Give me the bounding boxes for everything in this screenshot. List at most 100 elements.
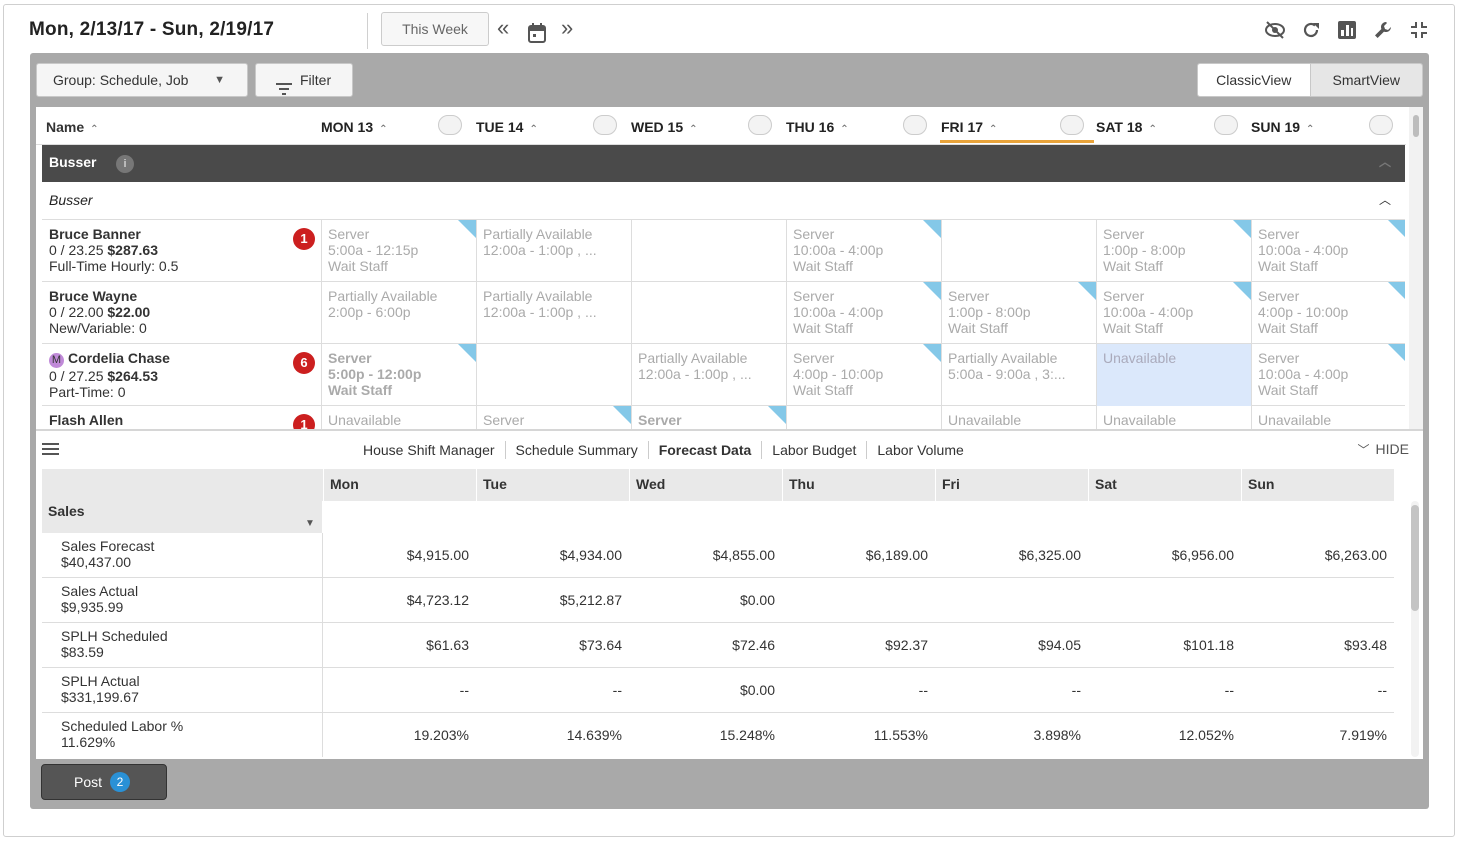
shift-cell[interactable]: Partially Available 12:00a - 1:00p , ... bbox=[477, 282, 632, 344]
forecast-row-label-cell: Scheduled Labor % 11.629% bbox=[42, 713, 323, 757]
employee-name-cell[interactable]: Bruce Banner 0 / 23.25 $287.63 Full-Time H… bbox=[42, 220, 322, 282]
smart-view-button[interactable]: SmartView bbox=[1310, 64, 1422, 96]
forecast-scrollbar[interactable] bbox=[1411, 501, 1419, 757]
subgroup-header[interactable]: Busser ︿ bbox=[42, 182, 1405, 220]
calendar-icon[interactable] bbox=[528, 23, 546, 47]
shift-time: 12:00a - 1:00p , ... bbox=[638, 366, 752, 382]
wrench-icon[interactable] bbox=[1372, 19, 1394, 41]
comment-bubble-icon[interactable] bbox=[438, 115, 462, 135]
shift-time: 1:00p - 8:00p bbox=[1103, 242, 1186, 258]
menu-icon[interactable] bbox=[42, 443, 59, 455]
schedule-frame: Group: Schedule, Job ▼ Filter ClassicVie… bbox=[30, 53, 1429, 809]
shift-time: 1:00p - 8:00p bbox=[948, 304, 1031, 320]
shift-cell[interactable] bbox=[787, 406, 942, 429]
next-week-icon[interactable]: » bbox=[561, 17, 573, 39]
day-header[interactable]: THU 16 ⌃ bbox=[786, 119, 849, 135]
shift-cell[interactable]: Server 4:00p - 10:00p Wait Staff bbox=[1252, 282, 1405, 344]
this-week-button[interactable]: This Week bbox=[381, 12, 489, 46]
shift-cell[interactable]: Unavailable bbox=[942, 406, 1097, 429]
post-button[interactable]: Post 2 bbox=[41, 764, 167, 800]
group-header[interactable]: Busser i ︿ bbox=[42, 145, 1405, 182]
shift-cell[interactable]: Unavailable bbox=[1097, 344, 1252, 406]
alert-count-badge[interactable]: 1 bbox=[293, 414, 315, 429]
previous-week-icon[interactable]: « bbox=[497, 17, 509, 39]
day-header[interactable]: TUE 14 ⌃ bbox=[476, 119, 538, 135]
shift-cell[interactable]: Unavailable bbox=[322, 406, 477, 429]
refresh-icon[interactable] bbox=[1300, 19, 1322, 41]
shift-cell[interactable]: Unavailable bbox=[1097, 406, 1252, 429]
date-range-title: Mon, 2/13/17 - Sun, 2/19/17 bbox=[29, 19, 275, 40]
comment-bubble-icon[interactable] bbox=[903, 115, 927, 135]
day-header[interactable]: SUN 19 ⌃ bbox=[1251, 119, 1314, 135]
forecast-value: $93.48 bbox=[1344, 637, 1387, 653]
comment-bubble-icon[interactable] bbox=[1214, 115, 1238, 135]
comment-bubble-icon[interactable] bbox=[1369, 115, 1393, 135]
group-by-dropdown[interactable]: Group: Schedule, Job ▼ bbox=[36, 63, 248, 97]
employee-name-cell[interactable]: Bruce Wayne 0 / 22.00 $22.00 New/Variable:… bbox=[42, 282, 322, 344]
sort-icon: ⌃ bbox=[1306, 124, 1315, 135]
shift-cell[interactable]: Server 10:00a - 4:00p Wait Staff bbox=[787, 282, 942, 344]
shift-cell[interactable]: Partially Available 12:00a - 1:00p , ... bbox=[477, 220, 632, 282]
tab-labor-budget[interactable]: Labor Budget bbox=[762, 441, 868, 459]
day-header[interactable]: WED 15 ⌃ bbox=[631, 119, 698, 135]
shift-cell[interactable]: Server bbox=[632, 406, 787, 429]
forecast-value: -- bbox=[918, 682, 928, 698]
shift-cell[interactable]: Server 5:00a - 12:15p Wait Staff bbox=[322, 220, 477, 282]
employee-name-cell[interactable]: Flash Allen 1 bbox=[42, 406, 322, 429]
tab-labor-volume[interactable]: Labor Volume bbox=[867, 441, 973, 459]
shift-cell[interactable]: Server 4:00p - 10:00p Wait Staff bbox=[787, 344, 942, 406]
shift-cell[interactable]: Server 10:00a - 4:00p Wait Staff bbox=[787, 220, 942, 282]
employee-name-cell[interactable]: M Cordelia Chase 0 / 27.25 $264.53 Part-Tim… bbox=[42, 344, 322, 406]
alert-count-badge[interactable]: 6 bbox=[293, 352, 315, 374]
day-header[interactable]: FRI 17 ⌃ bbox=[941, 119, 997, 135]
shift-cell[interactable]: Server 5:00p - 12:00p Wait Staff bbox=[322, 344, 477, 406]
name-column-header[interactable]: Name ⌃ bbox=[46, 119, 99, 135]
shift-cell[interactable]: Server 10:00a - 4:00p Wait Staff bbox=[1252, 220, 1405, 282]
employee-name: Bruce Wayne bbox=[49, 288, 138, 304]
shift-cell[interactable]: Server bbox=[477, 406, 632, 429]
schedule-header: Name ⌃ MON 13 ⌃ TUE 14 ⌃ WED 15 ⌃ THU 16 ⌃ FRI 17… bbox=[36, 107, 1406, 145]
filter-label: Filter bbox=[300, 72, 332, 88]
classic-view-button[interactable]: ClassicView bbox=[1198, 64, 1311, 96]
forecast-column-header: Sun bbox=[1241, 469, 1394, 501]
shift-line: Partially Available bbox=[483, 288, 593, 304]
filter-button[interactable]: Filter bbox=[255, 63, 353, 97]
forecast-row-label-cell: Sales Forecast $40,437.00 bbox=[42, 533, 323, 578]
sales-section-header[interactable]: Sales ▼ bbox=[42, 501, 1394, 533]
hide-button[interactable]: ﹀ HIDE bbox=[1358, 441, 1409, 458]
shift-cell[interactable]: Server 10:00a - 4:00p Wait Staff bbox=[1097, 282, 1252, 344]
info-icon[interactable]: i bbox=[116, 155, 134, 173]
collapse-chevron-icon[interactable]: ︿ bbox=[1379, 145, 1391, 179]
day-header[interactable]: SAT 18 ⌃ bbox=[1096, 119, 1157, 135]
shift-cell[interactable]: Partially Available 12:00a - 1:00p , ... bbox=[632, 344, 787, 406]
day-header[interactable]: MON 13 ⌃ bbox=[321, 119, 388, 135]
forecast-metric-name: Sales Actual bbox=[61, 583, 139, 599]
shift-cell[interactable]: Unavailable bbox=[1252, 406, 1405, 429]
employee-name: Bruce Banner bbox=[49, 226, 141, 242]
chart-icon[interactable] bbox=[1336, 19, 1358, 41]
collapse-icon[interactable] bbox=[1408, 19, 1430, 41]
alert-count-badge[interactable]: 1 bbox=[293, 228, 315, 250]
tab-house-shift-manager[interactable]: House Shift Manager bbox=[353, 441, 506, 459]
shift-cell[interactable] bbox=[477, 344, 632, 406]
comment-bubble-icon[interactable] bbox=[593, 115, 617, 135]
shift-cell[interactable] bbox=[942, 220, 1097, 282]
comment-bubble-icon[interactable] bbox=[748, 115, 772, 135]
comment-bubble-icon[interactable] bbox=[1060, 115, 1084, 135]
shift-cell[interactable]: Server 1:00p - 8:00p Wait Staff bbox=[1097, 220, 1252, 282]
hide-eye-icon[interactable] bbox=[1264, 19, 1286, 41]
schedule-scrollbar[interactable] bbox=[1409, 107, 1423, 429]
collapse-chevron-icon[interactable]: ︿ bbox=[1379, 182, 1391, 218]
employee-type: Part-Time: 0 bbox=[49, 384, 126, 400]
shift-cell[interactable]: Partially Available 2:00p - 6:00p bbox=[322, 282, 477, 344]
shift-cell[interactable]: Server 10:00a - 4:00p Wait Staff bbox=[1252, 344, 1405, 406]
shift-cell[interactable]: Partially Available 5:00a - 9:00a , 3:... bbox=[942, 344, 1097, 406]
top-bar: Mon, 2/13/17 - Sun, 2/19/17 This Week « … bbox=[4, 5, 1454, 55]
shift-cell[interactable] bbox=[632, 282, 787, 344]
forecast-row: SPLH Actual $331,199.67 -- -- $0.00 -- -- -- -- bbox=[42, 668, 1394, 713]
tab-forecast-data[interactable]: Forecast Data bbox=[649, 441, 763, 459]
shift-cell[interactable]: Server 1:00p - 8:00p Wait Staff bbox=[942, 282, 1097, 344]
shift-cell[interactable] bbox=[632, 220, 787, 282]
tab-schedule-summary[interactable]: Schedule Summary bbox=[506, 441, 649, 459]
shift-time: 10:00a - 4:00p bbox=[793, 242, 884, 258]
